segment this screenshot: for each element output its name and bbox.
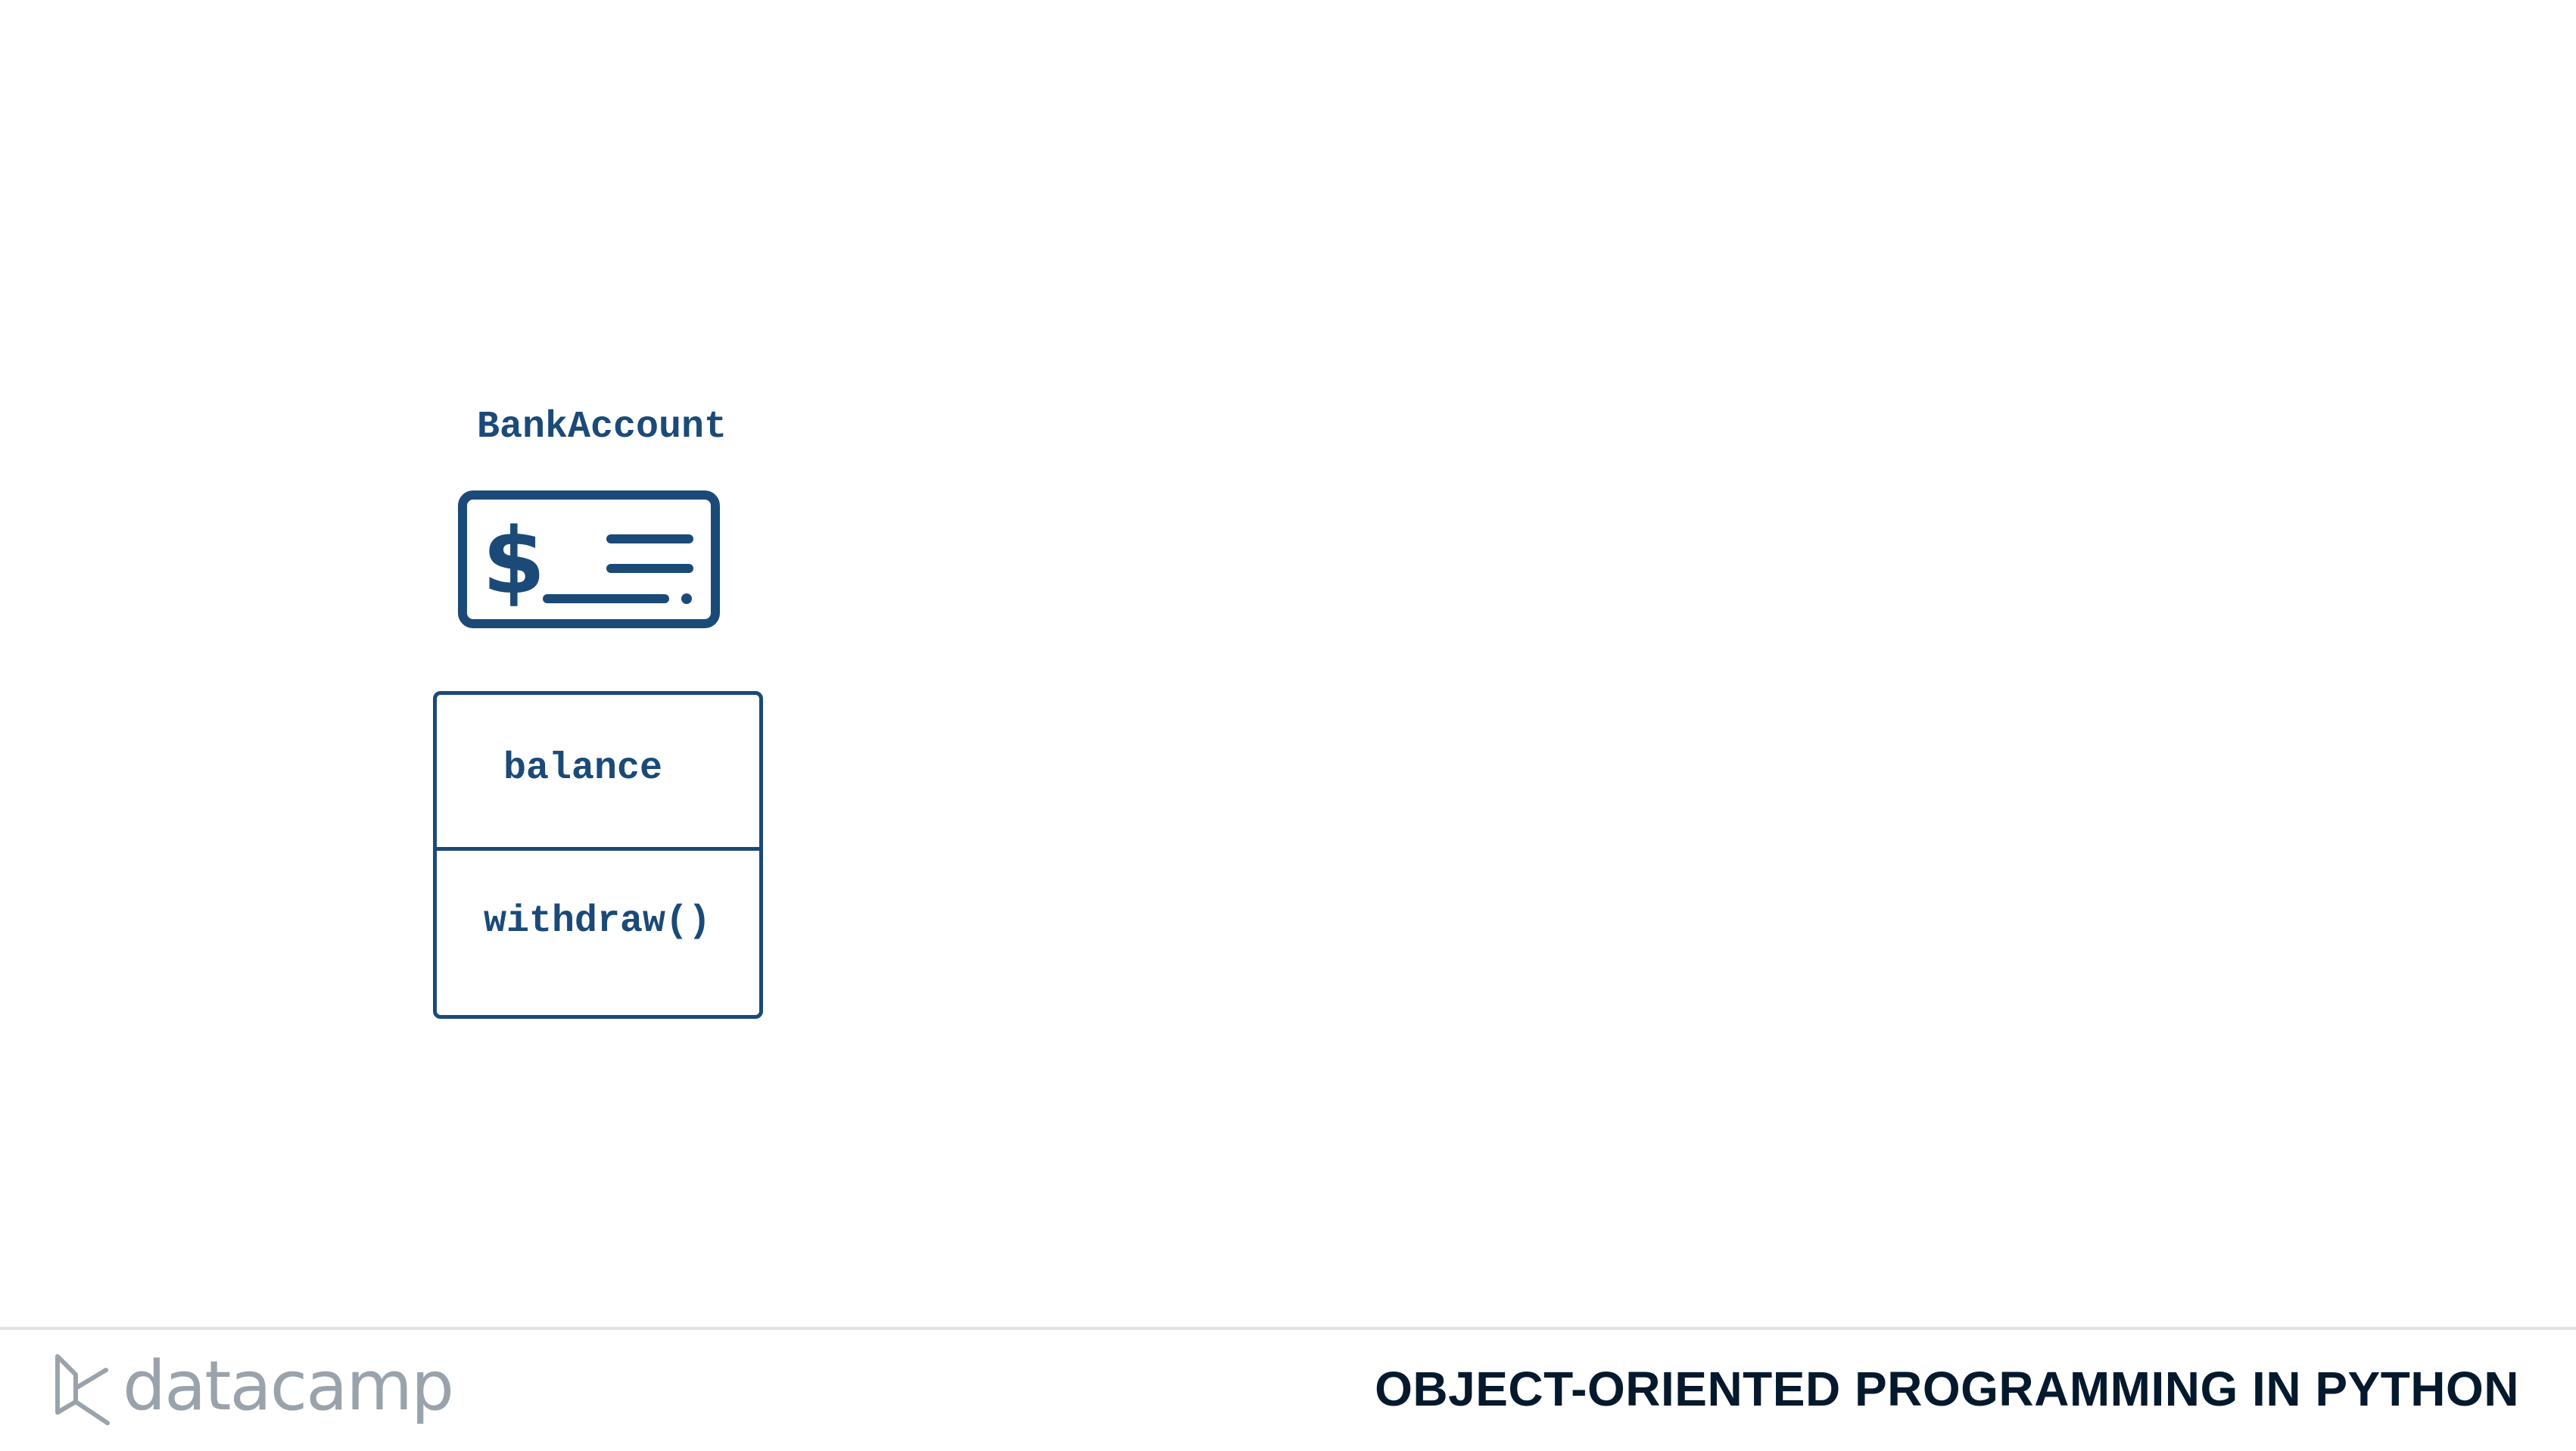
methods-compartment: withdraw() [437,851,759,1015]
course-title: OBJECT-ORIENTED PROGRAMMING IN PYTHON [1375,1362,2519,1416]
attribute-balance: balance [503,747,663,790]
uml-class-box: balance withdraw() [433,691,763,1019]
bank-check-icon: $ [458,490,720,628]
logo-wordmark: datacamp [123,1347,454,1426]
datacamp-logo-icon [53,1353,114,1429]
svg-text:$: $ [482,509,546,615]
attributes-compartment: balance [437,695,759,851]
method-withdraw: withdraw() [484,900,712,943]
slide: BankAccount $ balance withdraw() datacam [0,0,2576,1451]
footer-divider [0,1327,2576,1330]
datacamp-logo: datacamp [53,1349,454,1432]
class-name-label: BankAccount [476,406,727,449]
